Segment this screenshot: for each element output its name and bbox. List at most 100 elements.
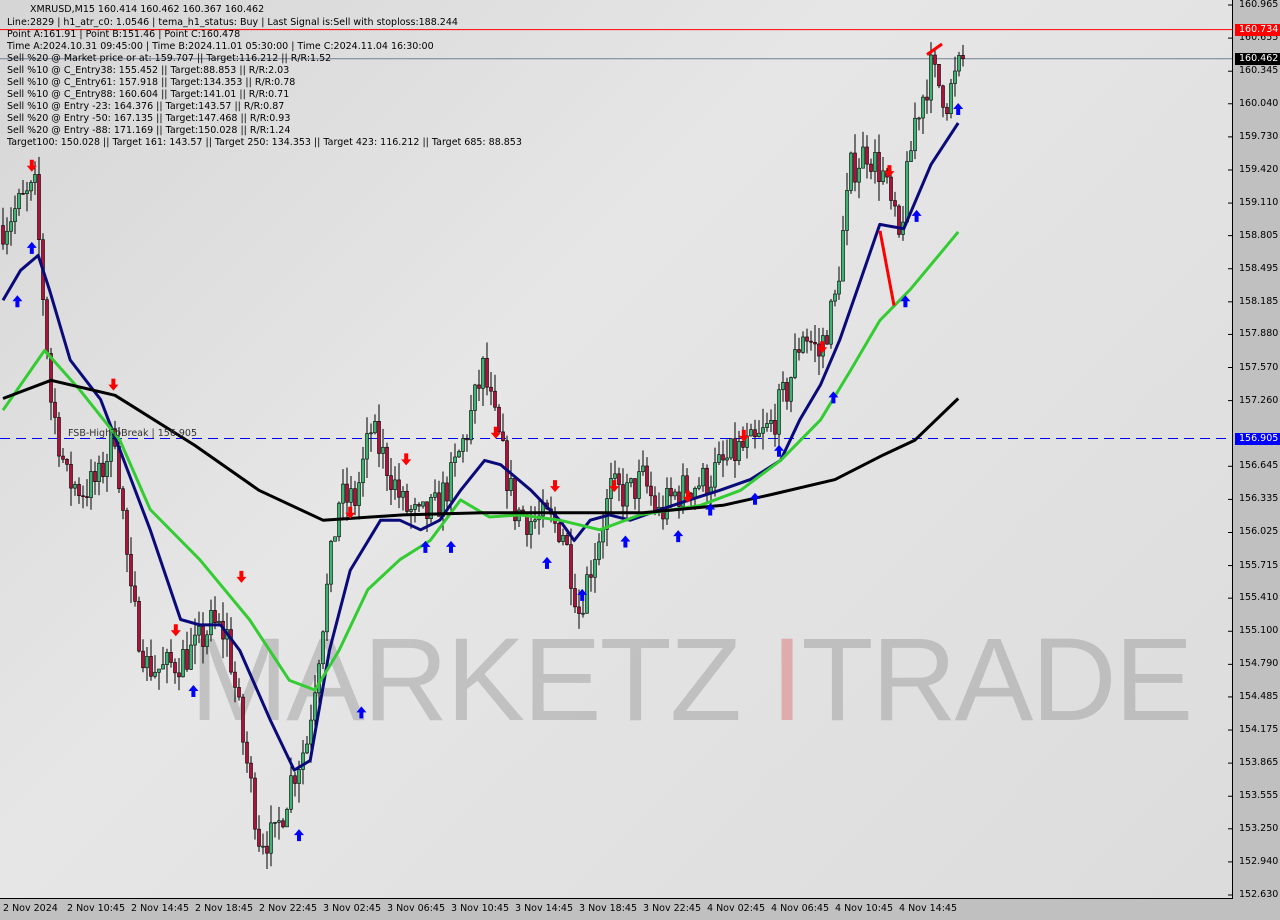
bear-candle [85, 496, 89, 498]
y-tick-label: 157.570 [1239, 361, 1279, 373]
bull-candle [469, 410, 473, 441]
bear-candle [705, 467, 709, 495]
info-line: Target100: 150.028 || Target 161: 143.57… [7, 137, 522, 148]
bull-candle [665, 488, 669, 520]
bear-candle [937, 64, 941, 87]
info-line: Time A:2024.10.31 09:45:00 | Time B:2024… [7, 41, 434, 52]
sell-arrow-icon [170, 624, 181, 637]
bear-candle [141, 650, 145, 669]
bear-candle [573, 588, 577, 608]
bull-candle [781, 382, 785, 391]
y-tick-label: 153.250 [1239, 822, 1279, 834]
bull-candle [181, 649, 185, 678]
y-tick-label: 158.185 [1239, 295, 1279, 307]
ma_green-line [1, 230, 960, 692]
bear-candle [933, 54, 937, 65]
bear-candle [565, 534, 569, 545]
bear-candle [125, 510, 129, 555]
bull-candle [73, 484, 77, 489]
y-tick-label: 159.420 [1239, 163, 1279, 175]
bull-candle [789, 377, 793, 402]
bear-candle [293, 775, 297, 784]
sell-arrow-icon [236, 570, 247, 583]
bull-candle [341, 483, 345, 504]
bull-candle [849, 152, 853, 191]
bear-candle [37, 174, 41, 240]
bear-candle [733, 438, 737, 461]
y-tick-label: 153.555 [1239, 790, 1279, 802]
bear-candle [389, 475, 393, 490]
bull-candle [25, 190, 29, 195]
bear-candle [1, 225, 5, 245]
bull-candle [713, 462, 717, 488]
bull-candle [369, 432, 373, 435]
bull-candle [601, 529, 605, 543]
y-tick-label: 159.110 [1239, 197, 1279, 209]
bull-candle [29, 182, 33, 192]
info-line: Sell %10 @ C_Entry88: 160.604 || Target:… [7, 89, 290, 100]
bear-candle [93, 471, 97, 482]
bear-candle [477, 384, 481, 389]
bear-candle [169, 652, 173, 663]
y-tick-label: 160.040 [1239, 97, 1279, 109]
bear-candle [425, 501, 429, 520]
y-tick-label: 152.630 [1239, 889, 1279, 900]
bear-candle [865, 146, 869, 165]
bear-candle [101, 462, 105, 477]
bull-candle [873, 152, 877, 172]
bear-candle [485, 357, 489, 388]
bull-candle [697, 485, 701, 489]
bear-candle [465, 438, 469, 441]
info-line: Point A:161.91 | Point B:151.46 | Point … [7, 29, 241, 40]
bear-candle [813, 341, 817, 345]
bear-candle [805, 336, 809, 342]
bull-candle [409, 509, 413, 512]
bear-candle [65, 458, 69, 465]
bull-candle [17, 193, 21, 209]
bull-candle [637, 471, 641, 499]
bear-candle [353, 488, 357, 506]
bear-candle [397, 479, 401, 498]
bull-candle [581, 612, 585, 615]
bear-candle [253, 777, 257, 830]
bear-candle [265, 845, 269, 854]
bear-candle [245, 741, 249, 764]
bear-candle [589, 574, 593, 578]
bull-candle [365, 433, 369, 460]
chart-plot-area[interactable]: MARKETZ ITRADE XMRUSD,M15 160.414 160.46… [0, 0, 1233, 899]
bull-candle [361, 458, 365, 484]
bull-candle [421, 501, 425, 507]
x-tick-label: 4 Nov 02:45 [707, 903, 766, 914]
bull-candle [829, 300, 833, 345]
bull-candle [105, 461, 109, 477]
buy-arrow-icon [356, 706, 367, 719]
y-tick-label: 155.410 [1239, 592, 1279, 604]
bear-candle [377, 420, 381, 454]
y-tick-label: 155.100 [1239, 625, 1279, 637]
bull-candle [329, 540, 333, 585]
buy-arrow-icon [620, 535, 631, 548]
bear-candle [445, 482, 449, 502]
x-tick-label: 3 Nov 10:45 [451, 903, 510, 914]
bear-candle [685, 475, 689, 494]
bull-candle [765, 423, 769, 428]
bull-candle [209, 610, 213, 636]
bull-candle [157, 668, 161, 673]
bear-candle [649, 485, 653, 497]
info-line: Sell %10 @ Entry -23: 164.376 || Target:… [7, 101, 285, 112]
bull-candle [357, 482, 361, 506]
bear-candle [201, 625, 205, 647]
buy-arrow-icon [446, 540, 456, 553]
bull-candle [461, 438, 465, 452]
bull-candle [317, 663, 321, 694]
bull-candle [5, 230, 9, 245]
bear-candle [569, 544, 573, 589]
buy-arrow-icon [294, 829, 304, 842]
info-line: Sell %10 @ C_Entry61: 157.918 || Target:… [7, 77, 296, 88]
bull-candle [737, 441, 741, 461]
bull-candle [193, 634, 197, 646]
bull-candle [561, 534, 565, 542]
x-tick-label: 4 Nov 14:45 [899, 903, 958, 914]
bear-candle [233, 671, 237, 688]
bear-candle [185, 649, 189, 670]
